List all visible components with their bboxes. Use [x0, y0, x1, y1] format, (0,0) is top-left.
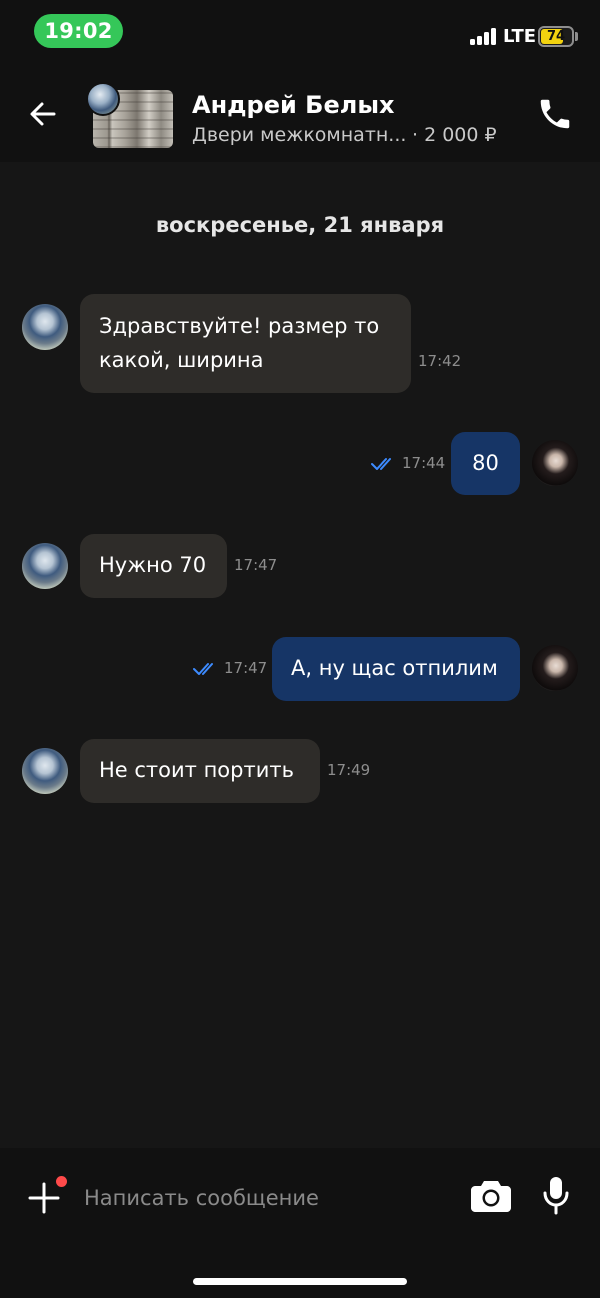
listing-title[interactable]: Двери межкомнатн...: [192, 124, 406, 146]
message-text: Не стоит портить: [99, 758, 294, 782]
message-bubble-incoming[interactable]: Не стоит портить: [80, 739, 320, 803]
battery-icon: 74: [538, 26, 574, 47]
microphone-icon: [543, 1177, 569, 1215]
message-text: 80: [472, 451, 499, 475]
message-time: 17:42: [418, 352, 462, 370]
status-bar: 19:02 LTE 74: [0, 0, 600, 62]
message-bubble-outgoing[interactable]: А, ну щас отпилим: [272, 637, 520, 701]
seller-avatar: [86, 82, 120, 116]
camera-button[interactable]: [470, 1178, 512, 1214]
message-input[interactable]: [84, 1178, 454, 1218]
message-time: 17:47: [224, 659, 268, 677]
sender-avatar[interactable]: [22, 304, 68, 350]
message-bubble-incoming[interactable]: Здравствуйте! размер то какой, ширина: [80, 294, 411, 393]
message-text: Здравствуйте! размер то какой, ширина: [99, 314, 380, 372]
sender-avatar[interactable]: [22, 543, 68, 589]
attach-button[interactable]: [26, 1180, 62, 1216]
message-bubble-outgoing[interactable]: 80: [451, 432, 520, 495]
message-row: Не стоит портить 17:49: [0, 739, 600, 803]
back-button[interactable]: [24, 94, 64, 134]
message-text: А, ну щас отпилим: [291, 656, 498, 680]
message-row: Здравствуйте! размер то какой, ширина 17…: [0, 294, 600, 394]
back-arrow-icon: [30, 102, 56, 126]
message-row: 17:47 А, ну щас отпилим: [0, 637, 600, 701]
message-row: 17:44 80: [0, 432, 600, 496]
camera-icon: [471, 1181, 511, 1212]
listing-price: · 2 000 ₽: [412, 124, 497, 146]
notification-dot: [56, 1176, 67, 1187]
cellular-signal-icon: [470, 28, 497, 45]
message-row: Нужно 70 17:47: [0, 534, 600, 598]
message-composer: [0, 1148, 600, 1298]
message-text: Нужно 70: [99, 553, 207, 577]
own-avatar[interactable]: [532, 645, 578, 691]
message-time: 17:44: [402, 454, 446, 472]
message-bubble-incoming[interactable]: Нужно 70: [80, 534, 227, 598]
own-avatar[interactable]: [532, 440, 578, 486]
battery-cap: [575, 32, 578, 41]
phone-icon: [540, 99, 570, 129]
read-checkmarks-icon: [371, 458, 391, 470]
message-time: 17:47: [234, 556, 278, 574]
call-button[interactable]: [536, 95, 574, 133]
date-separator: воскресенье, 21 января: [155, 213, 445, 237]
chat-header: Андрей Белых Двери межкомнатн... · 2 000…: [0, 62, 600, 162]
battery-level-text: 74: [546, 29, 566, 44]
read-checkmarks-icon: [193, 663, 213, 675]
status-time: 19:02: [34, 14, 123, 48]
message-time: 17:49: [327, 761, 371, 779]
contact-name[interactable]: Андрей Белых: [192, 91, 395, 119]
plus-icon: [28, 1182, 60, 1214]
sender-avatar[interactable]: [22, 748, 68, 794]
network-type: LTE: [503, 26, 537, 47]
microphone-button[interactable]: [542, 1176, 570, 1216]
home-indicator: [193, 1278, 407, 1285]
